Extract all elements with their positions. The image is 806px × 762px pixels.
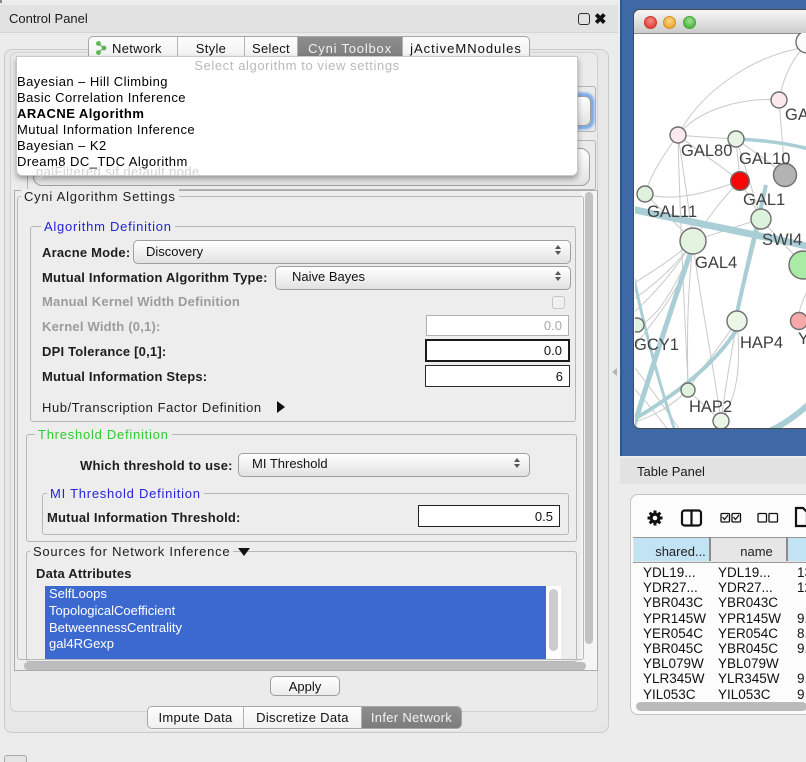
- svg-text:HAP4: HAP4: [740, 334, 783, 352]
- svg-text:Y: Y: [798, 330, 806, 348]
- svg-text:GCY1: GCY1: [635, 336, 679, 354]
- svg-text:GAL10: GAL10: [739, 150, 790, 168]
- svg-text:GAL: GAL: [785, 106, 806, 124]
- svg-text:GAL1: GAL1: [743, 191, 785, 209]
- svg-text:HAP2: HAP2: [689, 398, 732, 416]
- svg-text:GAL11: GAL11: [647, 203, 697, 221]
- svg-text:SWI4: SWI4: [762, 231, 802, 249]
- svg-text:GAL80: GAL80: [681, 142, 732, 160]
- svg-text:GAL4: GAL4: [695, 254, 737, 272]
